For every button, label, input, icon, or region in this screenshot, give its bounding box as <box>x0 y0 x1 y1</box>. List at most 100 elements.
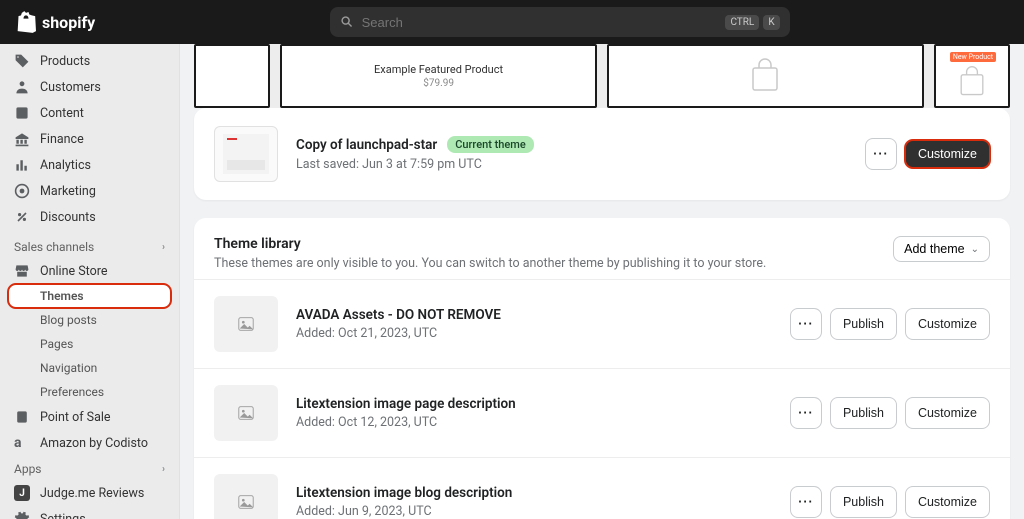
chevron-right-icon: › <box>162 242 165 253</box>
tag-icon <box>14 53 30 69</box>
current-theme-card: Copy of launchpad-star Current theme Las… <box>194 108 1010 200</box>
library-title: Theme library <box>214 236 766 252</box>
preview-panel-right: New Product <box>934 44 1010 108</box>
nav-online-store[interactable]: Online Store <box>0 258 179 284</box>
theme-added: Added: Oct 21, 2023, UTC <box>296 326 772 341</box>
nav-navigation-label: Navigation <box>40 361 97 375</box>
sales-channels-heading[interactable]: Sales channels › <box>0 234 179 258</box>
nav-preferences[interactable]: Preferences <box>0 380 179 404</box>
current-theme-more-button[interactable]: ··· <box>865 138 897 170</box>
nav-customers-label: Customers <box>40 80 101 95</box>
nav-online-store-label: Online Store <box>40 264 107 279</box>
theme-thumbnail <box>214 296 278 352</box>
apps-heading[interactable]: Apps › <box>0 456 179 480</box>
theme-library-card: Theme library These themes are only visi… <box>194 218 1010 519</box>
current-theme-badge: Current theme <box>447 136 534 153</box>
nav-pages[interactable]: Pages <box>0 332 179 356</box>
image-icon <box>237 404 255 422</box>
nav-finance-label: Finance <box>40 132 84 147</box>
publish-button[interactable]: Publish <box>830 486 897 518</box>
chart-icon <box>14 157 30 173</box>
amazon-icon: a <box>14 435 30 451</box>
nav-marketing-label: Marketing <box>40 184 96 199</box>
bank-icon <box>14 131 30 147</box>
nav-judgeme-label: Judge.me Reviews <box>40 486 144 501</box>
nav-judgeme[interactable]: J Judge.me Reviews <box>0 480 179 506</box>
preview-panel-bag <box>607 44 924 108</box>
nav-pos-label: Point of Sale <box>40 410 111 425</box>
more-icon: ··· <box>798 317 814 331</box>
nav-discounts-label: Discounts <box>40 210 96 225</box>
topbar: shopify CTRL K <box>0 0 1024 44</box>
add-theme-button[interactable]: Add theme ⌄ <box>893 236 990 262</box>
nav-blog-posts-label: Blog posts <box>40 313 97 327</box>
nav-pos[interactable]: Point of Sale <box>0 404 179 430</box>
publish-button[interactable]: Publish <box>830 397 897 429</box>
search-icon <box>340 15 354 29</box>
nav-marketing[interactable]: Marketing <box>0 178 179 204</box>
theme-name: AVADA Assets - DO NOT REMOVE <box>296 307 772 323</box>
nav-analytics-label: Analytics <box>40 158 91 173</box>
nav-navigation[interactable]: Navigation <box>0 356 179 380</box>
nav-blog-posts[interactable]: Blog posts <box>0 308 179 332</box>
search-input[interactable] <box>362 15 718 30</box>
more-icon: ··· <box>798 495 814 509</box>
nav-content-label: Content <box>40 106 84 121</box>
apps-label: Apps <box>14 462 42 476</box>
target-icon <box>14 183 30 199</box>
theme-row: Litextension image page description Adde… <box>194 368 1010 457</box>
current-theme-name: Copy of launchpad-star <box>296 137 437 153</box>
shopify-bag-icon <box>16 11 36 33</box>
theme-preview-strip: Example Featured Product $79.99 New Prod… <box>194 44 1010 108</box>
main-content: Example Featured Product $79.99 New Prod… <box>180 44 1024 519</box>
person-icon <box>14 79 30 95</box>
preview-badge: New Product <box>950 52 996 62</box>
add-theme-label: Add theme <box>904 242 964 256</box>
preview-panel-left <box>194 44 270 108</box>
more-icon: ··· <box>873 147 889 161</box>
nav-products-label: Products <box>40 54 90 69</box>
theme-more-button[interactable]: ··· <box>790 308 822 340</box>
kbd-ctrl: CTRL <box>725 15 759 30</box>
theme-added: Added: Jun 9, 2023, UTC <box>296 504 772 519</box>
shopping-bag-icon <box>952 64 992 100</box>
current-theme-saved: Last saved: Jun 3 at 7:59 pm UTC <box>296 157 847 172</box>
brand-name: shopify <box>42 13 95 32</box>
nav-discounts[interactable]: Discounts <box>0 204 179 230</box>
theme-more-button[interactable]: ··· <box>790 486 822 518</box>
customize-label: Customize <box>918 406 977 420</box>
theme-more-button[interactable]: ··· <box>790 397 822 429</box>
nav-products[interactable]: Products <box>0 48 179 74</box>
preview-product-title: Example Featured Product <box>374 63 503 76</box>
nav-themes[interactable]: Themes <box>8 284 171 308</box>
publish-button[interactable]: Publish <box>830 308 897 340</box>
judgeme-icon: J <box>14 485 30 501</box>
publish-label: Publish <box>843 406 884 420</box>
theme-customize-button[interactable]: Customize <box>905 397 990 429</box>
nav-finance[interactable]: Finance <box>0 126 179 152</box>
nav-content[interactable]: Content <box>0 100 179 126</box>
pos-icon <box>14 409 30 425</box>
search-box[interactable]: CTRL K <box>330 7 790 37</box>
nav-settings[interactable]: Settings <box>0 506 179 519</box>
theme-added: Added: Oct 12, 2023, UTC <box>296 415 772 430</box>
nav-amazon-label: Amazon by Codisto <box>40 436 148 451</box>
theme-customize-button[interactable]: Customize <box>905 486 990 518</box>
nav-customers[interactable]: Customers <box>0 74 179 100</box>
brand-logo[interactable]: shopify <box>16 11 95 33</box>
theme-thumbnail <box>214 474 278 519</box>
nav-themes-label: Themes <box>40 289 84 303</box>
current-theme-thumbnail <box>214 126 278 182</box>
preview-product-price: $79.99 <box>423 78 454 89</box>
nav-amazon[interactable]: a Amazon by Codisto <box>0 430 179 456</box>
theme-customize-button[interactable]: Customize <box>905 308 990 340</box>
nav-analytics[interactable]: Analytics <box>0 152 179 178</box>
store-icon <box>14 263 30 279</box>
image-icon <box>237 315 255 333</box>
more-icon: ··· <box>798 406 814 420</box>
customize-label: Customize <box>918 317 977 331</box>
discount-icon <box>14 209 30 225</box>
image-icon <box>237 493 255 511</box>
nav-preferences-label: Preferences <box>40 385 104 399</box>
customize-button[interactable]: Customize <box>905 140 990 168</box>
